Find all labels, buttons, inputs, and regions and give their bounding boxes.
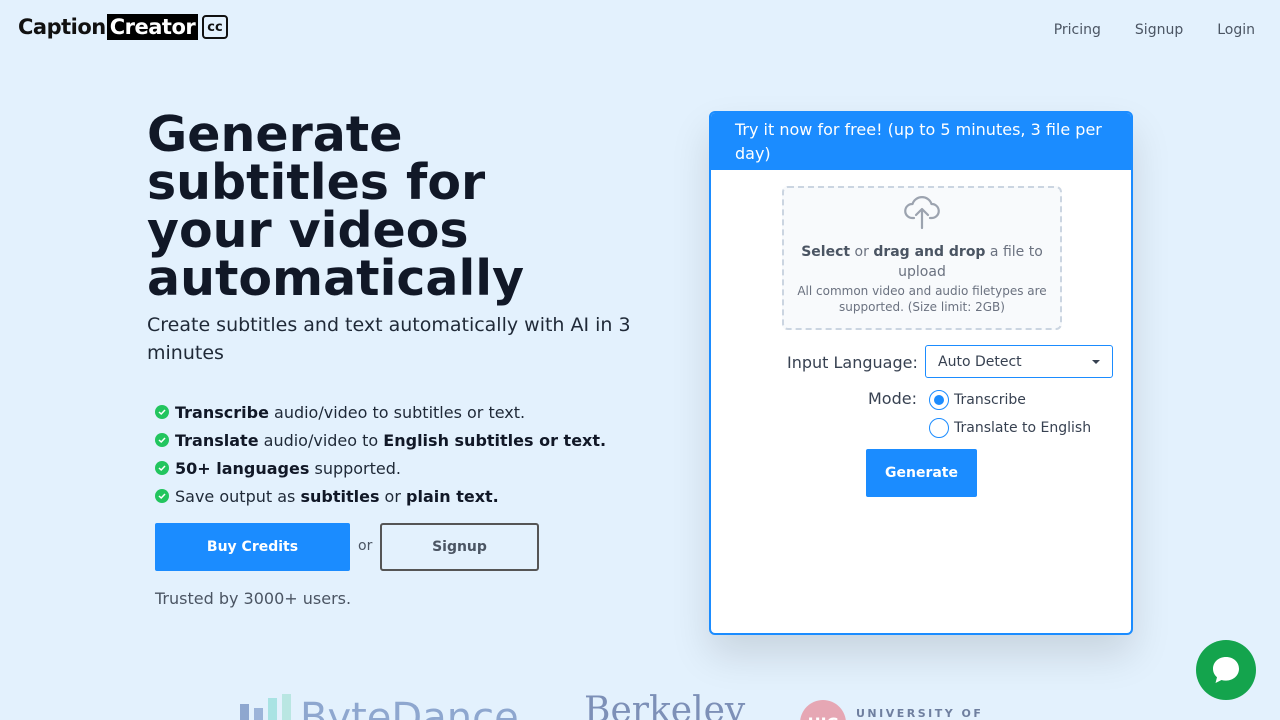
feature-item: Transcribe audio/video to subtitles or t… <box>155 398 606 426</box>
chat-widget-button[interactable] <box>1196 640 1256 700</box>
chevron-down-icon <box>1092 359 1100 364</box>
radio-transcribe[interactable] <box>929 390 949 410</box>
check-icon <box>155 461 169 475</box>
feature-list: Transcribe audio/video to subtitles or t… <box>155 398 606 510</box>
radio-label: Translate to English <box>954 420 1092 436</box>
mode-label: Mode: <box>868 389 917 408</box>
feature-bold: plain text. <box>406 486 499 506</box>
nav-signup[interactable]: Signup <box>1135 22 1183 38</box>
dropzone-or: or <box>850 244 874 260</box>
check-icon <box>155 489 169 503</box>
generate-button[interactable]: Generate <box>866 449 977 497</box>
feature-item: 50+ languages supported. <box>155 454 606 482</box>
feature-text: audio/video to <box>258 430 384 450</box>
upload-card: Try it now for free! (up to 5 minutes, 3… <box>709 111 1133 635</box>
chat-bubble-icon <box>1213 657 1239 683</box>
feature-bold: 50+ languages <box>175 458 310 478</box>
feature-bold: English subtitles or text. <box>383 430 607 450</box>
uic-logo: UIC UNIVERSITY OF <box>800 700 983 720</box>
feature-text: or <box>379 486 407 506</box>
bytedance-mark-icon <box>240 694 291 720</box>
feature-bold: subtitles <box>300 486 380 506</box>
or-text: or <box>358 538 373 554</box>
feature-bold: Transcribe <box>175 402 269 422</box>
logo-caption: Caption <box>18 15 106 39</box>
nav-login[interactable]: Login <box>1217 22 1255 38</box>
cloud-upload-icon <box>904 192 940 236</box>
input-language-select[interactable]: Auto Detect <box>925 345 1113 378</box>
feature-bold: Translate <box>175 430 259 450</box>
feature-item: Save output as subtitles or plain text. <box>155 482 606 510</box>
bytedance-text: ByteDance <box>300 695 519 720</box>
language-select-value: Auto Detect <box>938 353 1022 370</box>
uic-mark: UIC <box>800 700 846 720</box>
radio-label: Transcribe <box>954 392 1026 408</box>
dropzone-drag: drag and drop <box>873 244 986 260</box>
dropzone-note: All common video and audio filetypes are… <box>797 284 1047 314</box>
top-nav: Pricing Signup Login <box>1054 22 1255 38</box>
bytedance-logo: ByteDance <box>240 694 519 720</box>
buy-credits-button[interactable]: Buy Credits <box>155 523 350 571</box>
signup-button[interactable]: Signup <box>380 523 539 571</box>
feature-text: Save output as <box>175 486 301 506</box>
feature-item: Translate audio/video to English subtitl… <box>155 426 606 454</box>
uic-text: UNIVERSITY OF <box>856 707 984 720</box>
select-link[interactable]: Select <box>801 244 850 260</box>
mode-translate-option[interactable]: Translate to English <box>929 418 1091 438</box>
closed-caption-icon: cc <box>202 15 228 39</box>
berkeley-logo: Berkeley <box>584 690 746 720</box>
card-header: Try it now for free! (up to 5 minutes, 3… <box>711 113 1131 170</box>
dropzone-text: Select or drag and drop a file to upload <box>794 242 1050 282</box>
logo-creator: Creator <box>106 14 199 40</box>
hero-subtitle: Create subtitles and text automatically … <box>147 314 631 364</box>
radio-translate[interactable] <box>929 418 949 438</box>
input-language-label: Input Language: <box>787 353 918 372</box>
feature-text: audio/video to subtitles or text. <box>268 402 526 422</box>
trusted-text: Trusted by 3000+ users. <box>155 589 352 608</box>
logo[interactable]: Caption Creator cc <box>18 14 228 40</box>
check-icon <box>155 433 169 447</box>
file-dropzone[interactable]: Select or drag and drop a file to upload… <box>782 186 1062 330</box>
feature-text: supported. <box>309 458 401 478</box>
check-icon <box>155 405 169 419</box>
nav-pricing[interactable]: Pricing <box>1054 22 1101 38</box>
mode-transcribe-option[interactable]: Transcribe <box>929 390 1026 410</box>
hero-title: Generate subtitles for your videos autom… <box>147 106 525 307</box>
